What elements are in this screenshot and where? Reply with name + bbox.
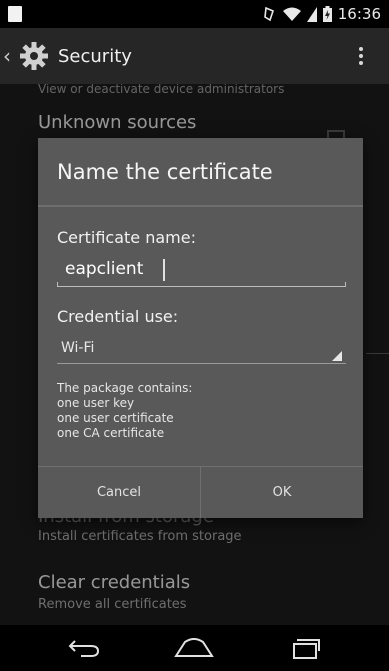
credential-use-value[interactable]: Wi-Fi [61,340,94,356]
wifi-icon [282,7,301,21]
status-icons: 16:36 [263,5,381,23]
back-chevron-icon[interactable]: ‹ [3,28,17,84]
back-nav-icon[interactable] [67,638,101,658]
dialog-title-divider [38,205,363,207]
rotation-icon [263,6,274,22]
settings-gear-icon[interactable] [18,40,50,72]
spinner-arrow-icon [332,351,342,361]
package-info-line: one user key [57,396,135,410]
action-bar: ‹ Security [0,28,389,84]
dialog-title: Name the certificate [57,160,273,184]
package-info-line: The package contains: [57,381,193,395]
package-info-line: one CA certificate [57,426,165,440]
signal-icon [306,6,317,22]
home-nav-icon[interactable] [174,638,215,658]
battery-icon [322,6,332,22]
name-certificate-dialog: Name the certificate Certificate name: e… [38,138,363,518]
status-bar: 16:36 [0,0,389,28]
cancel-button[interactable]: Cancel [38,467,200,518]
status-time: 16:36 [337,5,381,23]
page-title: Security [58,45,132,67]
certificate-name-label: Certificate name: [57,228,196,247]
recents-nav-icon[interactable] [288,637,322,659]
certificate-name-input[interactable]: eapclient [57,253,346,287]
navigation-bar [0,625,389,671]
overflow-menu-icon[interactable] [359,47,363,65]
package-contents: The package contains: one user key one u… [57,381,192,441]
sim-icon [8,6,22,22]
text-cursor [163,259,165,281]
credential-use-label: Credential use: [57,307,179,326]
credential-use-spinner[interactable]: Wi-Fi [57,338,346,364]
package-info-line: one user certificate [57,411,174,425]
certificate-name-value[interactable]: eapclient [65,259,143,279]
dialog-button-bar: Cancel OK [38,466,363,518]
ok-button[interactable]: OK [200,467,363,518]
